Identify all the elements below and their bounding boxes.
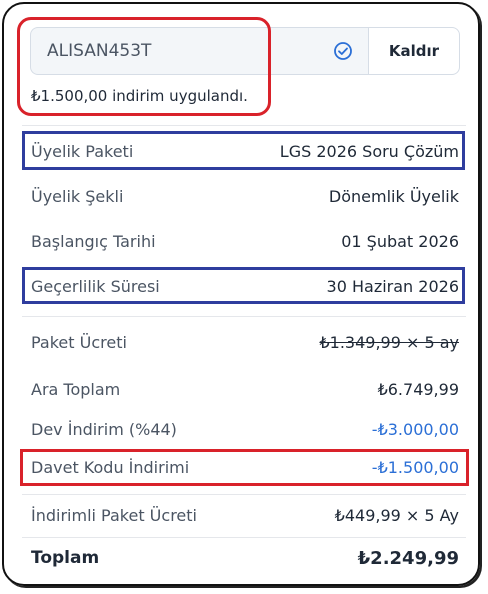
divider bbox=[22, 125, 466, 126]
package-highlight bbox=[22, 131, 465, 170]
check-circle-icon bbox=[334, 42, 352, 60]
divider bbox=[22, 537, 466, 538]
coupon-highlight bbox=[17, 17, 271, 116]
price-value: -₺3.000,00 bbox=[371, 420, 459, 439]
price-label: Ara Toplam bbox=[31, 380, 121, 399]
price-value: ₺6.749,99 bbox=[377, 380, 459, 399]
total-label: Toplam bbox=[31, 548, 100, 568]
detail-label: Başlangıç Tarihi bbox=[31, 232, 156, 251]
total-value: ₺2.249,99 bbox=[357, 548, 459, 569]
detail-value: 01 Şubat 2026 bbox=[341, 232, 459, 251]
price-value: ₺449,99 × 5 Ay bbox=[334, 506, 459, 525]
detail-label: Üyelik Şekli bbox=[31, 187, 124, 206]
price-value: ₺1.349,99 × 5 ay bbox=[319, 333, 459, 352]
divider bbox=[22, 494, 466, 495]
remove-coupon-button[interactable]: Kaldır bbox=[368, 27, 460, 75]
validity-highlight bbox=[22, 267, 465, 304]
price-label: Paket Ücreti bbox=[31, 333, 127, 352]
invite-discount-highlight bbox=[20, 449, 469, 486]
price-label: Dev İndirim (%44) bbox=[31, 420, 177, 439]
detail-value: Dönemlik Üyelik bbox=[328, 187, 459, 206]
price-label: İndirimli Paket Ücreti bbox=[31, 506, 197, 525]
divider bbox=[22, 316, 466, 317]
